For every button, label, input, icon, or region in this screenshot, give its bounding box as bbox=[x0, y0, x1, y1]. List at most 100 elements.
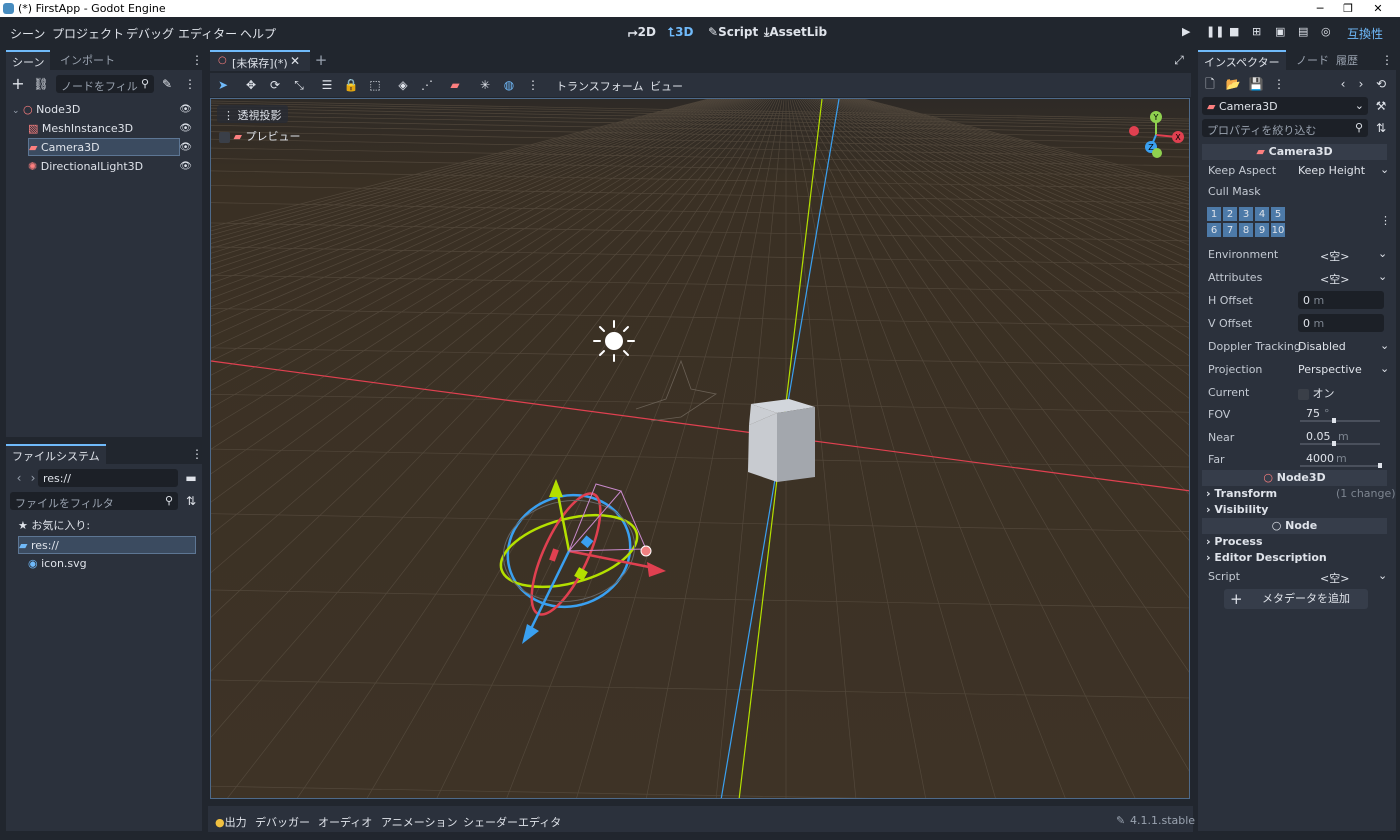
tree-node-meshinstance3d[interactable]: ▧ MeshInstance3D bbox=[28, 120, 188, 138]
far-slider[interactable]: 4000 m bbox=[1298, 450, 1384, 468]
3d-scene-canvas[interactable]: Y X Z bbox=[211, 99, 1190, 799]
layout-toggle-icon[interactable]: ▬ bbox=[182, 469, 200, 487]
workspace-assetlib-button[interactable]: ⤓AssetLib bbox=[764, 25, 827, 40]
stop-icon[interactable]: ■ bbox=[1229, 25, 1239, 38]
dock-menu-icon[interactable]: ⋮ bbox=[1378, 51, 1396, 69]
renderer-select[interactable]: 互換性 bbox=[1347, 25, 1383, 42]
tree-node-directionallight3d[interactable]: ✺ DirectionalLight3D bbox=[28, 158, 188, 176]
favorites-item[interactable]: ★ お気に入り: bbox=[18, 517, 90, 535]
tab-inspector[interactable]: インスペクター bbox=[1198, 50, 1286, 70]
tab-scene[interactable]: シーン bbox=[6, 50, 51, 70]
node-section-header[interactable]: ○ Node bbox=[1202, 518, 1387, 534]
tools-icon[interactable]: ⚒ bbox=[1372, 97, 1390, 115]
preview-toggle[interactable]: ▰ プレビュー bbox=[219, 128, 300, 144]
transform-menu[interactable]: トランスフォーム bbox=[556, 78, 643, 94]
history-icon[interactable]: ⟲ bbox=[1372, 75, 1390, 93]
more-icon[interactable]: ⋮ bbox=[524, 76, 542, 94]
visibility-eye-icon[interactable]: 👁 bbox=[179, 161, 192, 172]
view-menu[interactable]: ビュー bbox=[650, 78, 683, 94]
instance-scene-icon[interactable]: ⛓ bbox=[32, 75, 50, 93]
remote-debug-icon[interactable]: ⊞ bbox=[1252, 25, 1261, 38]
path-input[interactable]: res:// bbox=[38, 469, 178, 487]
editor-description-group[interactable]: › Editor Description bbox=[1206, 551, 1327, 564]
open-resource-icon[interactable]: 📂 bbox=[1224, 75, 1242, 93]
workspace-2d-button[interactable]: ⮣2D bbox=[628, 25, 656, 40]
workspace-3d-button[interactable]: ⮤3D bbox=[668, 25, 693, 40]
menu-debug[interactable]: デバッグ bbox=[126, 25, 174, 42]
tree-node-camera3d[interactable]: ▰ Camera3D bbox=[28, 138, 180, 156]
visibility-group[interactable]: › Visibility bbox=[1206, 503, 1268, 516]
visibility-eye-icon[interactable]: 👁 bbox=[179, 142, 192, 153]
menu-help[interactable]: ヘルプ bbox=[240, 25, 276, 42]
dock-menu-icon[interactable]: ⋮ bbox=[188, 51, 206, 69]
play-custom-scene-icon[interactable]: ▤ bbox=[1298, 25, 1308, 38]
attach-script-icon[interactable]: ✎ bbox=[158, 75, 176, 93]
file-icon-svg[interactable]: ◉ icon.svg bbox=[28, 555, 87, 573]
camera3d-section-header[interactable]: ▰ Camera3D bbox=[1202, 144, 1387, 160]
close-tab-icon[interactable]: ✕ bbox=[290, 54, 300, 68]
script-picker[interactable]: <空> bbox=[1320, 570, 1349, 586]
local-space-icon[interactable]: ◈ bbox=[394, 76, 412, 94]
rotate-tool-icon[interactable]: ⟳ bbox=[266, 76, 284, 94]
tab-animation[interactable]: アニメーション bbox=[381, 814, 458, 830]
minimize-button[interactable]: ─ bbox=[1306, 0, 1334, 17]
preview-checkbox[interactable] bbox=[219, 131, 230, 143]
object-select[interactable]: ▰ Camera3D ⌄ bbox=[1202, 97, 1368, 115]
perspective-menu-button[interactable]: ⋮ 透視投影 bbox=[217, 105, 288, 123]
more-icon[interactable]: ⋮ bbox=[1380, 214, 1391, 227]
scale-tool-icon[interactable]: ⤡ bbox=[290, 76, 308, 94]
tab-debugger[interactable]: デバッガー bbox=[255, 814, 310, 830]
node3d-section-header[interactable]: ○ Node3D bbox=[1202, 470, 1387, 486]
lock-icon[interactable]: 🔒 bbox=[342, 76, 360, 94]
new-tab-icon[interactable]: + bbox=[312, 51, 330, 69]
forward-icon[interactable]: › bbox=[1352, 75, 1370, 93]
workspace-script-button[interactable]: ✎Script bbox=[708, 25, 758, 39]
add-node-icon[interactable]: + bbox=[9, 75, 27, 93]
environment-toggle-icon[interactable]: ◍ bbox=[500, 76, 518, 94]
list-select-icon[interactable]: ☰ bbox=[318, 76, 336, 94]
back-icon[interactable]: ‹ bbox=[1334, 75, 1352, 93]
editor-settings-icon[interactable]: ✎ bbox=[1116, 814, 1125, 827]
group-icon[interactable]: ⬚ bbox=[366, 76, 384, 94]
tab-shader-editor[interactable]: シェーダーエディタ bbox=[463, 814, 561, 830]
camera-preview-icon[interactable]: ▰ bbox=[446, 76, 464, 94]
menu-scene[interactable]: シーン bbox=[10, 25, 45, 42]
file-filter-input[interactable]: ファイルをフィルタ bbox=[10, 492, 178, 510]
process-group[interactable]: › Process bbox=[1206, 535, 1263, 548]
menu-project[interactable]: プロジェクト bbox=[52, 25, 124, 42]
sort-icon[interactable]: ⇅ bbox=[1372, 119, 1390, 137]
play-icon[interactable]: ▶ bbox=[1182, 25, 1190, 38]
tab-history[interactable]: 履歴 bbox=[1330, 50, 1364, 70]
scene-menu-icon[interactable]: ⋮ bbox=[181, 75, 199, 93]
add-metadata-button[interactable]: + メタデータを追加 bbox=[1224, 589, 1368, 609]
move-tool-icon[interactable]: ✥ bbox=[242, 76, 260, 94]
environment-picker[interactable]: <空> bbox=[1320, 248, 1349, 264]
keep-aspect-select[interactable]: Keep Height bbox=[1298, 164, 1365, 177]
visibility-eye-icon[interactable]: 👁 bbox=[179, 104, 192, 115]
tab-filesystem[interactable]: ファイルシステム bbox=[6, 444, 106, 464]
close-window-button[interactable]: ✕ bbox=[1364, 0, 1392, 17]
pause-icon[interactable]: ❚❚ bbox=[1206, 25, 1224, 38]
attributes-picker[interactable]: <空> bbox=[1320, 271, 1349, 287]
tree-node-node3d[interactable]: ⌄ ○ Node3D bbox=[12, 101, 188, 119]
visibility-eye-icon[interactable]: 👁 bbox=[179, 123, 192, 134]
play-scene-icon[interactable]: ▣ bbox=[1275, 25, 1285, 38]
tab-audio[interactable]: オーディオ bbox=[318, 814, 372, 830]
new-resource-icon[interactable]: 🗋 bbox=[1201, 75, 1219, 93]
movie-maker-icon[interactable]: ◎ bbox=[1321, 25, 1331, 38]
doppler-select[interactable]: Disabled bbox=[1298, 340, 1346, 353]
tab-import[interactable]: インポート bbox=[54, 50, 121, 70]
save-resource-icon[interactable]: 💾 bbox=[1247, 75, 1265, 93]
3d-viewport[interactable]: Y X Z ⋮ 透視投影 ▰ プレビュー bbox=[210, 98, 1190, 799]
dock-menu-icon[interactable]: ⋮ bbox=[188, 445, 206, 463]
select-tool-icon[interactable]: ➤ bbox=[214, 76, 232, 94]
current-checkbox[interactable]: オン bbox=[1298, 385, 1335, 401]
sort-icon[interactable]: ⇅ bbox=[182, 492, 200, 510]
fullscreen-icon[interactable]: ⤢ bbox=[1170, 51, 1188, 69]
folder-res[interactable]: ▰ res:// bbox=[18, 536, 196, 554]
h-offset-input[interactable]: 0 m bbox=[1298, 291, 1384, 309]
tab-node[interactable]: ノード bbox=[1290, 50, 1335, 70]
v-offset-input[interactable]: 0 m bbox=[1298, 314, 1384, 332]
projection-select[interactable]: Perspective bbox=[1298, 363, 1362, 376]
scene-tab[interactable]: ○ [未保存](*) ✕ bbox=[210, 50, 310, 71]
